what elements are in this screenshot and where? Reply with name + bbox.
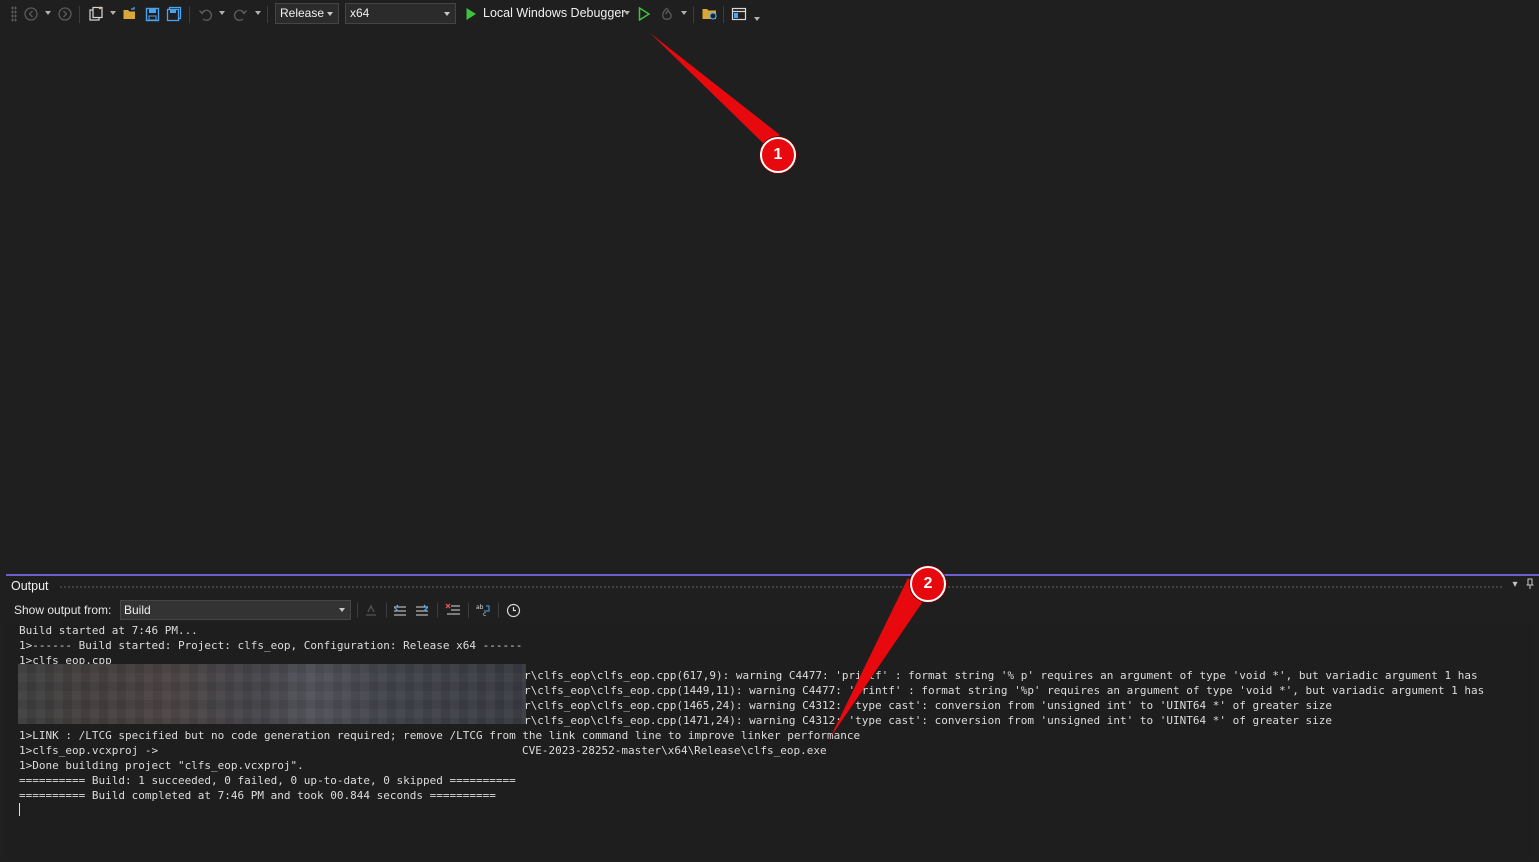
find-message-in-code-icon[interactable] — [362, 601, 380, 619]
go-to-next-message-icon[interactable] — [413, 601, 431, 619]
toolbar-separator — [357, 603, 358, 618]
clock-icon[interactable] — [504, 601, 522, 619]
output-panel-title: Output — [11, 579, 49, 593]
output-line: r\clfs_eop\clfs_eop.cpp(1449,11): warnin… — [524, 684, 1485, 697]
platform-value: x64 — [350, 6, 370, 20]
toggle-word-wrap-icon[interactable]: ab c — [474, 601, 492, 619]
chevron-down-icon[interactable] — [219, 11, 225, 15]
redacted-path-block — [18, 664, 526, 724]
chevron-down-icon — [327, 12, 333, 16]
pin-icon[interactable] — [1523, 578, 1537, 592]
toolbar-separator — [386, 603, 387, 618]
chevron-down-icon[interactable] — [624, 11, 630, 15]
show-output-from-label: Show output from: — [14, 603, 112, 617]
toolbar-separator — [437, 603, 438, 618]
output-text-area[interactable]: Build started at 7:46 PM... 1>------ Bui… — [6, 623, 1533, 860]
output-line: 1>clfs_eop.vcxproj -> — [19, 744, 159, 757]
redo-icon[interactable] — [231, 5, 249, 23]
toolbar-separator — [498, 603, 499, 618]
toolbar-separator — [267, 6, 268, 23]
toolbar-separator — [189, 6, 190, 23]
start-debugging-icon[interactable] — [462, 5, 480, 23]
chevron-down-icon[interactable] — [45, 11, 51, 15]
main-toolbar: Release x64 Local Windows Debugger — [0, 0, 1539, 29]
output-line: r\clfs_eop\clfs_eop.cpp(1471,24): warnin… — [524, 714, 1332, 727]
output-line: 1>------ Build started: Project: clfs_eo… — [19, 639, 523, 652]
svg-text:ab: ab — [476, 604, 484, 611]
output-source-value: Build — [124, 603, 151, 617]
undo-icon[interactable] — [196, 5, 214, 23]
output-source-select[interactable]: Build — [120, 600, 351, 620]
toolbar-separator — [723, 6, 724, 23]
output-line: 1>Done building project "clfs_eop.vcxpro… — [19, 759, 304, 772]
toolbar-separator — [693, 6, 694, 23]
chevron-down-icon[interactable] — [255, 11, 261, 15]
new-project-icon[interactable] — [87, 5, 105, 23]
annotation-marker-1: 1 — [760, 137, 796, 173]
toolbar-separator — [79, 6, 80, 23]
go-to-previous-message-icon[interactable] — [391, 601, 409, 619]
platform-select[interactable]: x64 — [345, 3, 456, 24]
clear-all-icon[interactable] — [444, 601, 462, 619]
text-caret — [19, 803, 20, 816]
output-line: 1>LINK : /LTCG specified but no code gen… — [19, 729, 861, 742]
output-line: ========== Build: 1 succeeded, 0 failed,… — [19, 774, 516, 787]
output-line: Build started at 7:46 PM... — [19, 624, 198, 637]
output-line: r\clfs_eop\clfs_eop.cpp(617,9): warning … — [524, 669, 1478, 682]
svg-text:c: c — [483, 611, 486, 617]
solution-explorer-folder-icon[interactable] — [700, 5, 718, 23]
output-line: CVE-2023-28252-master\x64\Release\clfs_e… — [522, 744, 827, 757]
configuration-value: Release — [280, 6, 325, 20]
save-all-icon[interactable] — [165, 5, 183, 23]
output-panel: Output ▾ Show output from: Build ab c Bui… — [6, 574, 1539, 862]
navigate-back-icon[interactable] — [22, 5, 40, 23]
chevron-down-icon[interactable] — [681, 11, 687, 15]
open-folder-icon[interactable] — [121, 5, 139, 23]
editor-area — [0, 29, 1539, 573]
configuration-select[interactable]: Release — [275, 3, 339, 24]
window-layout-icon[interactable] — [730, 5, 748, 23]
chevron-down-icon — [444, 12, 450, 16]
start-without-debugging-icon[interactable] — [635, 5, 653, 23]
output-line: ========== Build completed at 7:46 PM an… — [19, 789, 496, 802]
navigate-forward-icon[interactable] — [56, 5, 74, 23]
local-windows-debugger-button[interactable]: Local Windows Debugger — [483, 6, 625, 20]
panel-dropdown-icon[interactable]: ▾ — [1508, 578, 1522, 592]
chevron-down-icon[interactable] — [110, 11, 116, 15]
toolbar-grip[interactable] — [11, 6, 17, 22]
save-icon[interactable] — [143, 5, 161, 23]
toolbar-separator — [468, 603, 469, 618]
output-line: r\clfs_eop\clfs_eop.cpp(1465,24): warnin… — [524, 699, 1332, 712]
chevron-down-icon[interactable] — [754, 17, 760, 21]
panel-title-grip[interactable] — [59, 585, 1504, 589]
chevron-down-icon — [339, 608, 345, 612]
hot-reload-icon[interactable] — [658, 5, 676, 23]
annotation-marker-2: 2 — [910, 566, 946, 602]
